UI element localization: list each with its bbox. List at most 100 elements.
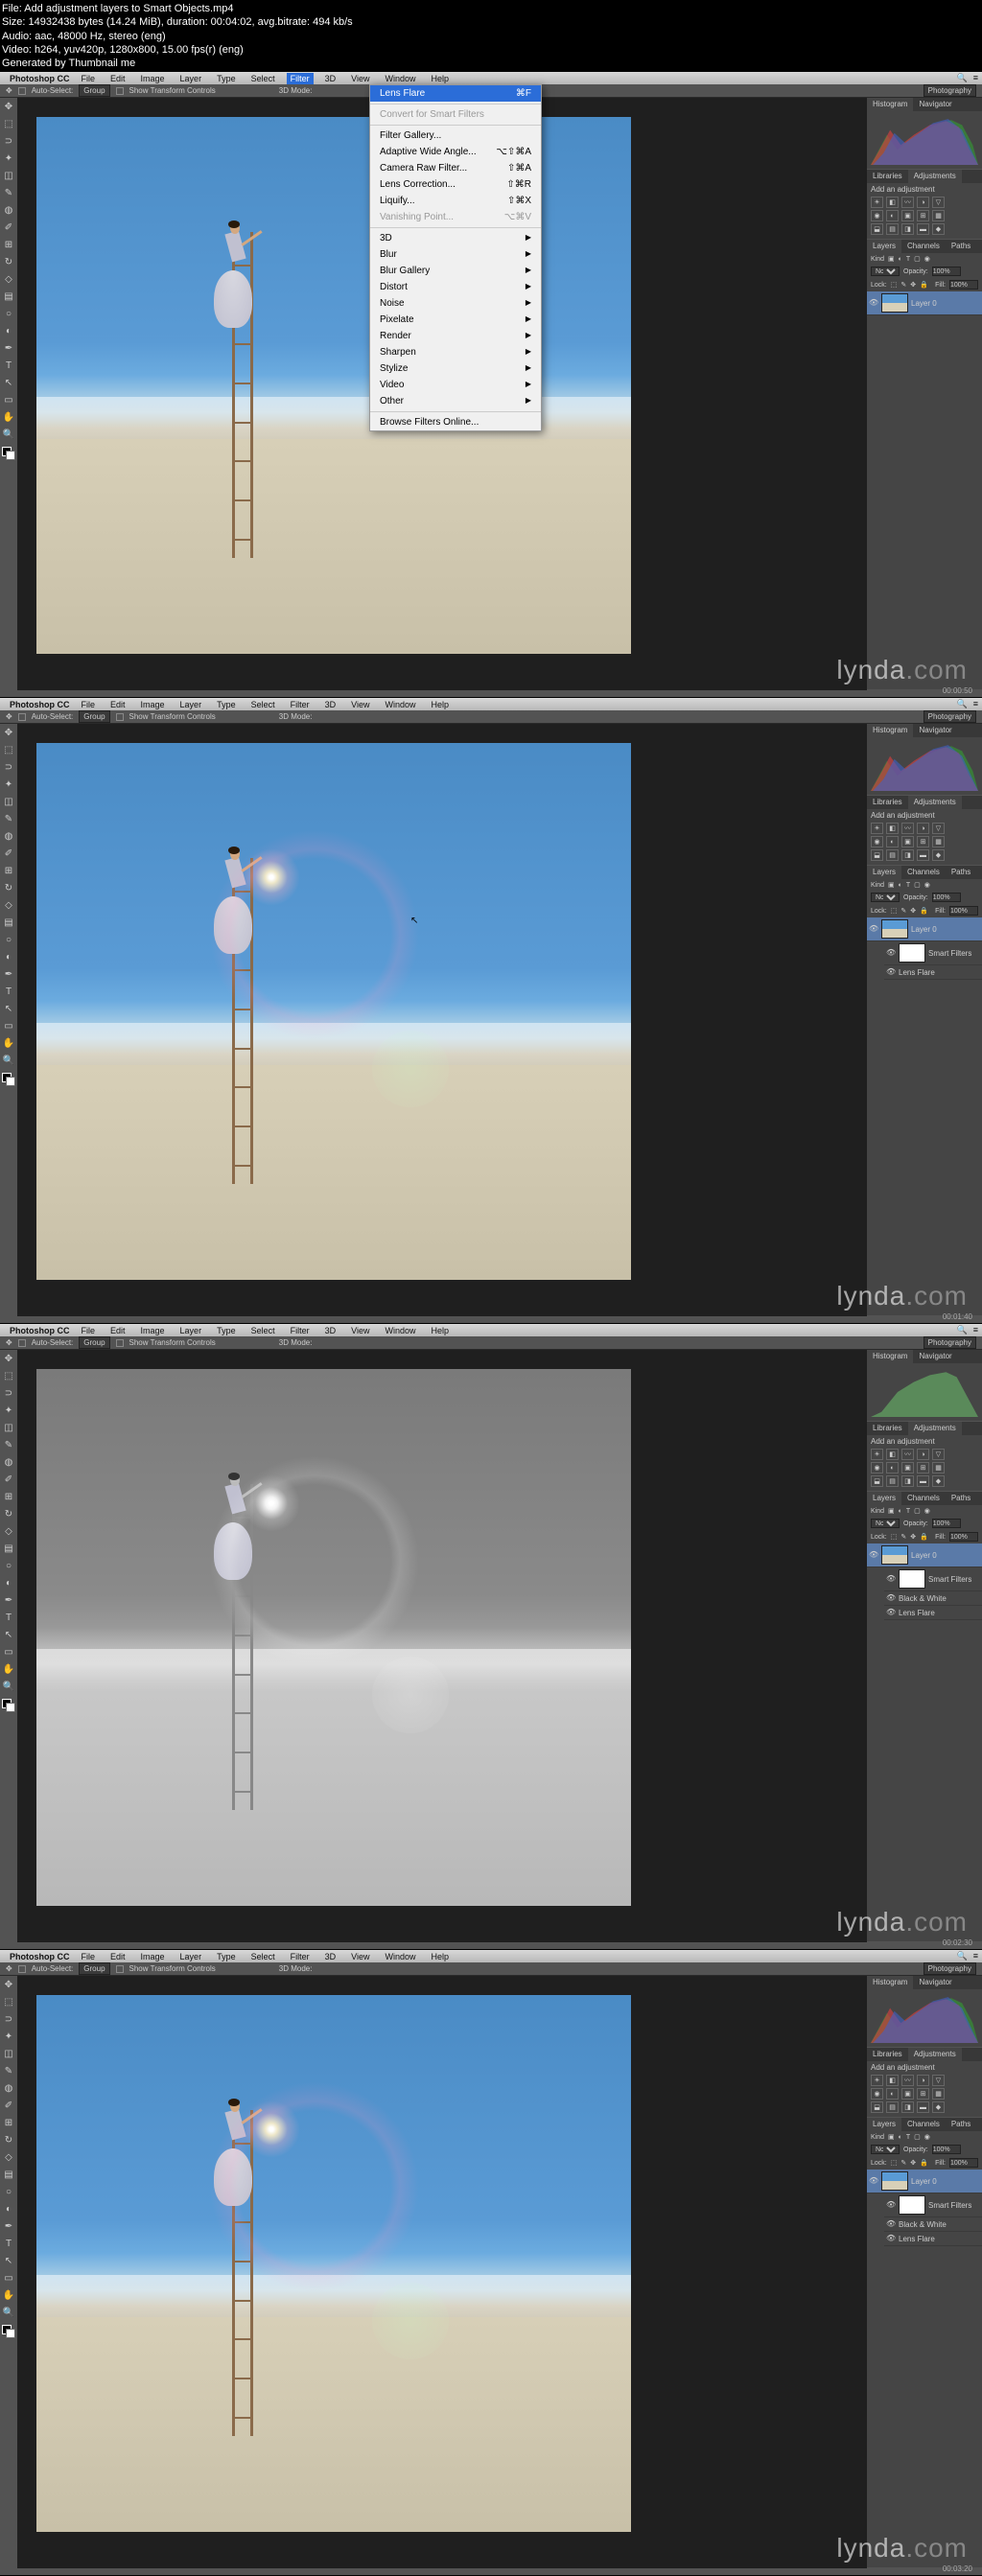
menu-help[interactable]: Help — [427, 699, 453, 710]
menu-extras-icon[interactable]: ≡ — [973, 1951, 978, 1961]
brightness-icon[interactable]: ☀ — [871, 823, 883, 834]
search-icon[interactable]: 🔍 — [957, 699, 968, 709]
menu-select[interactable]: Select — [247, 699, 279, 710]
lock-pos-icon[interactable]: ✥ — [910, 281, 916, 289]
menu-file[interactable]: File — [78, 1951, 100, 1962]
shape-tool[interactable]: ▭ — [1, 392, 16, 407]
selective-color-icon[interactable]: ◆ — [932, 1475, 945, 1487]
brush-tool[interactable]: ✐ — [1, 220, 16, 235]
filter-text-icon[interactable]: T — [906, 256, 910, 263]
opacity-input[interactable] — [932, 267, 961, 276]
stamp-tool[interactable]: ⊞ — [1, 1489, 16, 1504]
filter-smart-icon[interactable]: ◉ — [924, 2133, 930, 2141]
canvas-area[interactable] — [17, 1976, 867, 2568]
filter-pixel-icon[interactable]: ▣ — [888, 881, 895, 889]
menu-image[interactable]: Image — [137, 699, 169, 710]
blur-tool[interactable]: ○ — [1, 1558, 16, 1573]
eraser-tool[interactable]: ◇ — [1, 271, 16, 287]
exposure-icon[interactable]: ◑ — [917, 1449, 929, 1460]
menu-help[interactable]: Help — [427, 1325, 453, 1336]
paths-tab[interactable]: Paths — [946, 240, 976, 253]
wand-tool[interactable]: ✦ — [1, 2029, 16, 2044]
levels-icon[interactable]: ◧ — [886, 823, 899, 834]
layer-thumb[interactable] — [881, 1545, 908, 1565]
path-tool[interactable]: ↖ — [1, 1627, 16, 1642]
lock-pixel-icon[interactable]: ✎ — [900, 281, 906, 289]
brush-tool[interactable]: ✐ — [1, 1472, 16, 1487]
search-icon[interactable]: 🔍 — [957, 73, 968, 83]
auto-select-dropdown[interactable]: Group — [79, 1336, 109, 1349]
adjustments-tab[interactable]: Adjustments — [908, 1422, 962, 1435]
heal-tool[interactable]: ◍ — [1, 1454, 16, 1470]
posterize-icon[interactable]: ▤ — [886, 2101, 899, 2113]
libraries-tab[interactable]: Libraries — [867, 2048, 908, 2061]
navigator-tab[interactable]: Navigator — [913, 1350, 957, 1363]
lock-all-icon[interactable]: 🔒 — [920, 907, 928, 915]
filter-pixel-icon[interactable]: ▣ — [888, 2133, 895, 2141]
zoom-tool[interactable]: 🔍 — [1, 1679, 16, 1694]
move-tool[interactable]: ✥ — [1, 1977, 16, 1992]
visibility-icon[interactable]: 👁 — [869, 924, 878, 934]
gradient-map-icon[interactable]: ▬ — [917, 223, 929, 235]
heal-tool[interactable]: ◍ — [1, 202, 16, 218]
path-tool[interactable]: ↖ — [1, 1001, 16, 1016]
filter-browse[interactable]: Browse Filters Online... — [370, 414, 541, 430]
pen-tool[interactable]: ✒ — [1, 340, 16, 356]
histogram-tab[interactable]: Histogram — [867, 724, 913, 737]
posterize-icon[interactable]: ▤ — [886, 849, 899, 861]
dodge-tool[interactable]: ◐ — [1, 1575, 16, 1590]
gradient-tool[interactable]: ▤ — [1, 1541, 16, 1556]
layer-thumb[interactable] — [881, 919, 908, 939]
auto-select-checkbox[interactable] — [18, 1965, 26, 1973]
wand-tool[interactable]: ✦ — [1, 1403, 16, 1418]
filter-sub-3d[interactable]: 3D▶ — [370, 230, 541, 246]
menu-select[interactable]: Select — [247, 1951, 279, 1962]
lock-pixel-icon[interactable]: ✎ — [900, 907, 906, 915]
filter-last[interactable]: Lens Flare⌘F — [370, 85, 541, 102]
canvas-area[interactable] — [17, 1350, 867, 1942]
menu-type[interactable]: Type — [213, 1951, 240, 1962]
zoom-tool[interactable]: 🔍 — [1, 427, 16, 442]
filter-camera-raw[interactable]: Camera Raw Filter...⇧⌘A — [370, 160, 541, 176]
curves-icon[interactable]: 〰 — [901, 2075, 914, 2086]
layer-row[interactable]: 👁Layer 0 — [867, 291, 982, 315]
blur-tool[interactable]: ○ — [1, 306, 16, 321]
auto-select-checkbox[interactable] — [18, 1339, 26, 1347]
canvas-area[interactable]: ↖ — [17, 724, 867, 1316]
crop-tool[interactable]: ◫ — [1, 794, 16, 809]
channels-tab[interactable]: Channels — [901, 866, 946, 879]
photo-filter-icon[interactable]: ▣ — [901, 210, 914, 221]
visibility-icon[interactable]: 👁 — [886, 948, 896, 958]
filter-gallery[interactable]: Filter Gallery... — [370, 128, 541, 144]
menu-layer[interactable]: Layer — [176, 1325, 206, 1336]
menu-select[interactable]: Select — [247, 73, 279, 84]
sf-mask-thumb[interactable] — [899, 1569, 925, 1589]
hue-icon[interactable]: ◉ — [871, 210, 883, 221]
filter-adj-icon[interactable]: ◐ — [899, 256, 902, 263]
show-transform-checkbox[interactable] — [116, 1965, 124, 1973]
zoom-tool[interactable]: 🔍 — [1, 2305, 16, 2320]
opacity-input[interactable] — [932, 893, 961, 902]
menu-image[interactable]: Image — [137, 73, 169, 84]
eyedropper-tool[interactable]: ✎ — [1, 1437, 16, 1452]
menu-filter[interactable]: Filter — [287, 73, 314, 84]
filter-smart-icon[interactable]: ◉ — [924, 881, 930, 889]
text-tool[interactable]: T — [1, 2236, 16, 2251]
blur-tool[interactable]: ○ — [1, 932, 16, 947]
filter-adaptive[interactable]: Adaptive Wide Angle...⌥⇧⌘A — [370, 144, 541, 160]
menu-extras-icon[interactable]: ≡ — [973, 1325, 978, 1335]
lock-trans-icon[interactable]: ⬚ — [891, 1533, 898, 1541]
eraser-tool[interactable]: ◇ — [1, 2149, 16, 2165]
brush-tool[interactable]: ✐ — [1, 846, 16, 861]
background-color[interactable] — [6, 2329, 15, 2338]
workspace-dropdown[interactable]: Photography — [924, 1336, 976, 1349]
menu-filter[interactable]: Filter — [287, 699, 314, 710]
bw-filter-row[interactable]: 👁Black & White — [884, 2217, 982, 2232]
filter-sub-blurgallery[interactable]: Blur Gallery▶ — [370, 263, 541, 279]
selective-color-icon[interactable]: ◆ — [932, 849, 945, 861]
smart-filters-row[interactable]: 👁Smart Filters — [884, 1567, 982, 1591]
filter-smart-icon[interactable]: ◉ — [924, 255, 930, 263]
app-name[interactable]: Photoshop CC — [10, 74, 70, 83]
auto-select-checkbox[interactable] — [18, 87, 26, 95]
search-icon[interactable]: 🔍 — [957, 1325, 968, 1335]
